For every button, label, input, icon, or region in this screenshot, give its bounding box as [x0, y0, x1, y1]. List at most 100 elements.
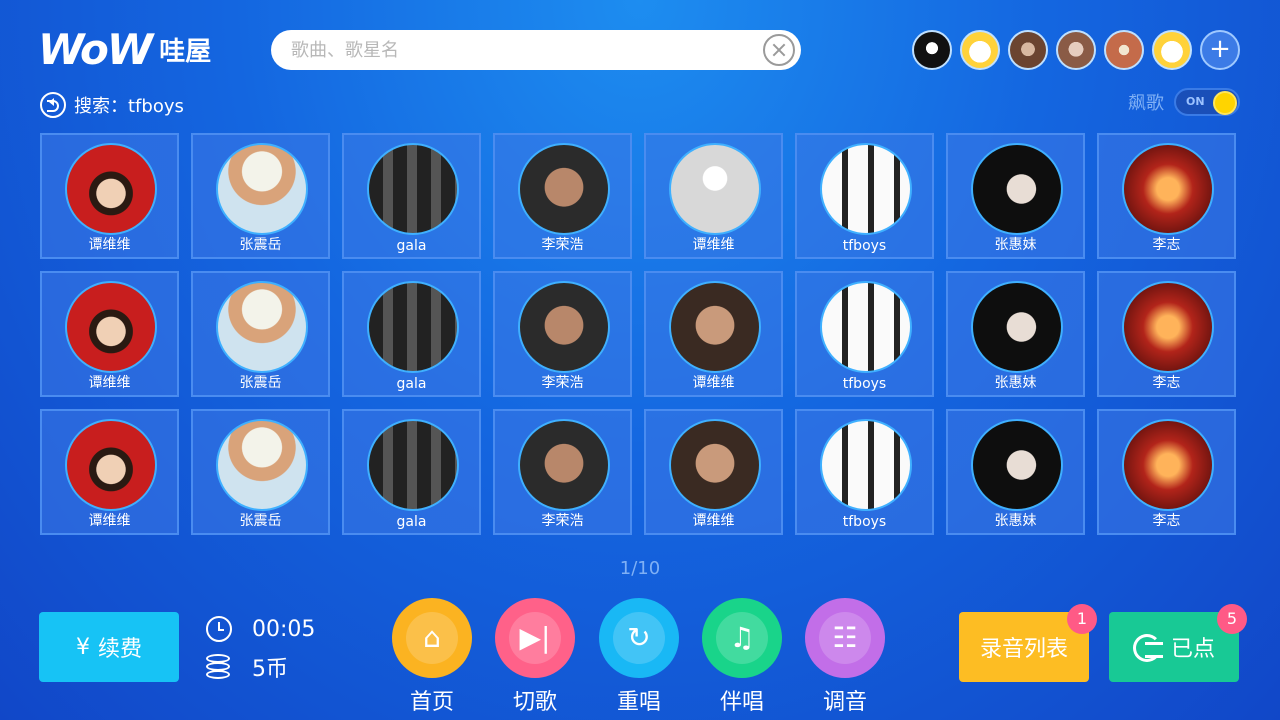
singer-card[interactable]: 谭维维: [40, 133, 179, 259]
singer-avatar: [820, 143, 912, 235]
singer-card[interactable]: tfboys: [795, 271, 934, 397]
recording-list-button[interactable]: 录音列表 1: [959, 604, 1097, 682]
singer-name: 谭维维: [692, 513, 735, 529]
toggle-switch[interactable]: ON: [1174, 88, 1240, 116]
renew-button[interactable]: ¥ 续费: [39, 612, 179, 682]
singer-avatar: [216, 419, 308, 511]
singer-name: 李荣浩: [541, 375, 584, 391]
battle-toggle: 飙歌 ON: [1128, 88, 1240, 116]
singer-card[interactable]: gala: [342, 133, 481, 259]
skip-icon: ▶|: [509, 612, 561, 664]
singer-card[interactable]: 谭维维: [644, 409, 783, 535]
singer-name: 张惠妹: [994, 513, 1037, 529]
singer-card[interactable]: 谭维维: [644, 133, 783, 259]
singer-avatar: [518, 281, 610, 373]
skip-song-button[interactable]: ▶| 切歌: [495, 598, 575, 716]
singer-avatar: [820, 281, 912, 373]
singer-avatar: [216, 143, 308, 235]
singer-card[interactable]: tfboys: [795, 409, 934, 535]
back-button[interactable]: 搜索：tfboys: [40, 92, 184, 118]
singer-card[interactable]: 李荣浩: [493, 271, 632, 397]
singer-avatar: [367, 419, 459, 511]
renew-label: 续费: [97, 637, 142, 662]
replay-icon: ↻: [613, 612, 665, 664]
user-avatar[interactable]: [1056, 30, 1096, 70]
singer-name: 张震岳: [239, 237, 282, 253]
user-avatar[interactable]: [1104, 30, 1144, 70]
singer-card[interactable]: 李志: [1097, 133, 1236, 259]
accompany-label: 伴唱: [719, 690, 764, 715]
singer-card[interactable]: 张惠妹: [946, 409, 1085, 535]
singer-card[interactable]: 谭维维: [40, 271, 179, 397]
singer-name: tfboys: [842, 238, 887, 254]
singer-card[interactable]: 谭维维: [40, 409, 179, 535]
singer-card[interactable]: 张震岳: [191, 133, 330, 259]
singer-name: 谭维维: [88, 237, 131, 253]
singer-avatar: [518, 419, 610, 511]
user-avatar[interactable]: [1152, 30, 1192, 70]
replay-button[interactable]: ↻ 重唱: [599, 598, 679, 716]
add-user-button[interactable]: +: [1200, 30, 1240, 70]
singer-name: 谭维维: [88, 513, 131, 529]
singer-card[interactable]: tfboys: [795, 133, 934, 259]
singer-avatar: [518, 143, 610, 235]
home-icon: ⌂: [406, 612, 458, 664]
singer-avatar: [1122, 143, 1214, 235]
toggle-knob: [1213, 91, 1237, 115]
singer-avatar: [367, 143, 459, 235]
singer-card[interactable]: 张震岳: [191, 271, 330, 397]
singer-avatar: [1122, 281, 1214, 373]
toggle-label: 飙歌: [1128, 93, 1164, 114]
singer-avatar: [971, 281, 1063, 373]
clock-icon: [206, 616, 232, 642]
singer-card[interactable]: 张惠妹: [946, 271, 1085, 397]
user-avatars: +: [912, 30, 1240, 70]
replay-label: 重唱: [616, 690, 661, 715]
accompany-button[interactable]: ♫ 伴唱: [702, 598, 782, 716]
singer-card[interactable]: gala: [342, 271, 481, 397]
singer-avatar: [669, 143, 761, 235]
search-input[interactable]: [271, 30, 741, 70]
singer-name: 谭维维: [692, 237, 735, 253]
back-icon: [40, 92, 66, 118]
singer-card[interactable]: 张惠妹: [946, 133, 1085, 259]
singer-card[interactable]: gala: [342, 409, 481, 535]
singer-name: tfboys: [842, 514, 887, 530]
singer-card[interactable]: 张震岳: [191, 409, 330, 535]
yuan-icon: ¥: [75, 634, 90, 660]
queued-label: 已点: [1170, 637, 1215, 662]
singer-avatar: [216, 281, 308, 373]
home-label: 首页: [409, 690, 454, 715]
logo-wow-text: WoW: [38, 24, 153, 74]
singer-name: 李志: [1152, 513, 1181, 529]
singer-card[interactable]: 谭维维: [644, 271, 783, 397]
singer-card[interactable]: 李志: [1097, 271, 1236, 397]
singer-card[interactable]: 李荣浩: [493, 409, 632, 535]
skip-label: 切歌: [512, 690, 557, 715]
time-remaining: 00:05: [252, 616, 316, 642]
user-avatar[interactable]: [912, 30, 952, 70]
home-button[interactable]: ⌂ 首页: [392, 598, 472, 716]
tune-button[interactable]: ☷ 调音: [805, 598, 885, 716]
queued-songs-button[interactable]: 已点 5: [1109, 604, 1247, 682]
status-panel: 00:05 5币: [206, 612, 315, 688]
singer-avatar: [65, 419, 157, 511]
singer-avatar: [669, 419, 761, 511]
app-logo: WoW 哇屋: [38, 24, 212, 74]
singer-card[interactable]: 李志: [1097, 409, 1236, 535]
user-avatar[interactable]: [1008, 30, 1048, 70]
singer-name: 谭维维: [88, 375, 131, 391]
recording-count-badge: 1: [1067, 604, 1097, 634]
user-avatar[interactable]: [960, 30, 1000, 70]
singer-avatar: [669, 281, 761, 373]
coin-balance: 5币: [252, 657, 288, 682]
clear-search-icon[interactable]: [763, 34, 795, 66]
search-bar: [271, 30, 801, 70]
singer-name: 谭维维: [692, 375, 735, 391]
search-query-label: 搜索：tfboys: [74, 96, 184, 117]
singer-card[interactable]: 李荣浩: [493, 133, 632, 259]
singer-avatar: [65, 143, 157, 235]
logo-cn-text: 哇屋: [159, 36, 212, 67]
singer-name: 李荣浩: [541, 513, 584, 529]
singer-name: gala: [396, 514, 427, 530]
